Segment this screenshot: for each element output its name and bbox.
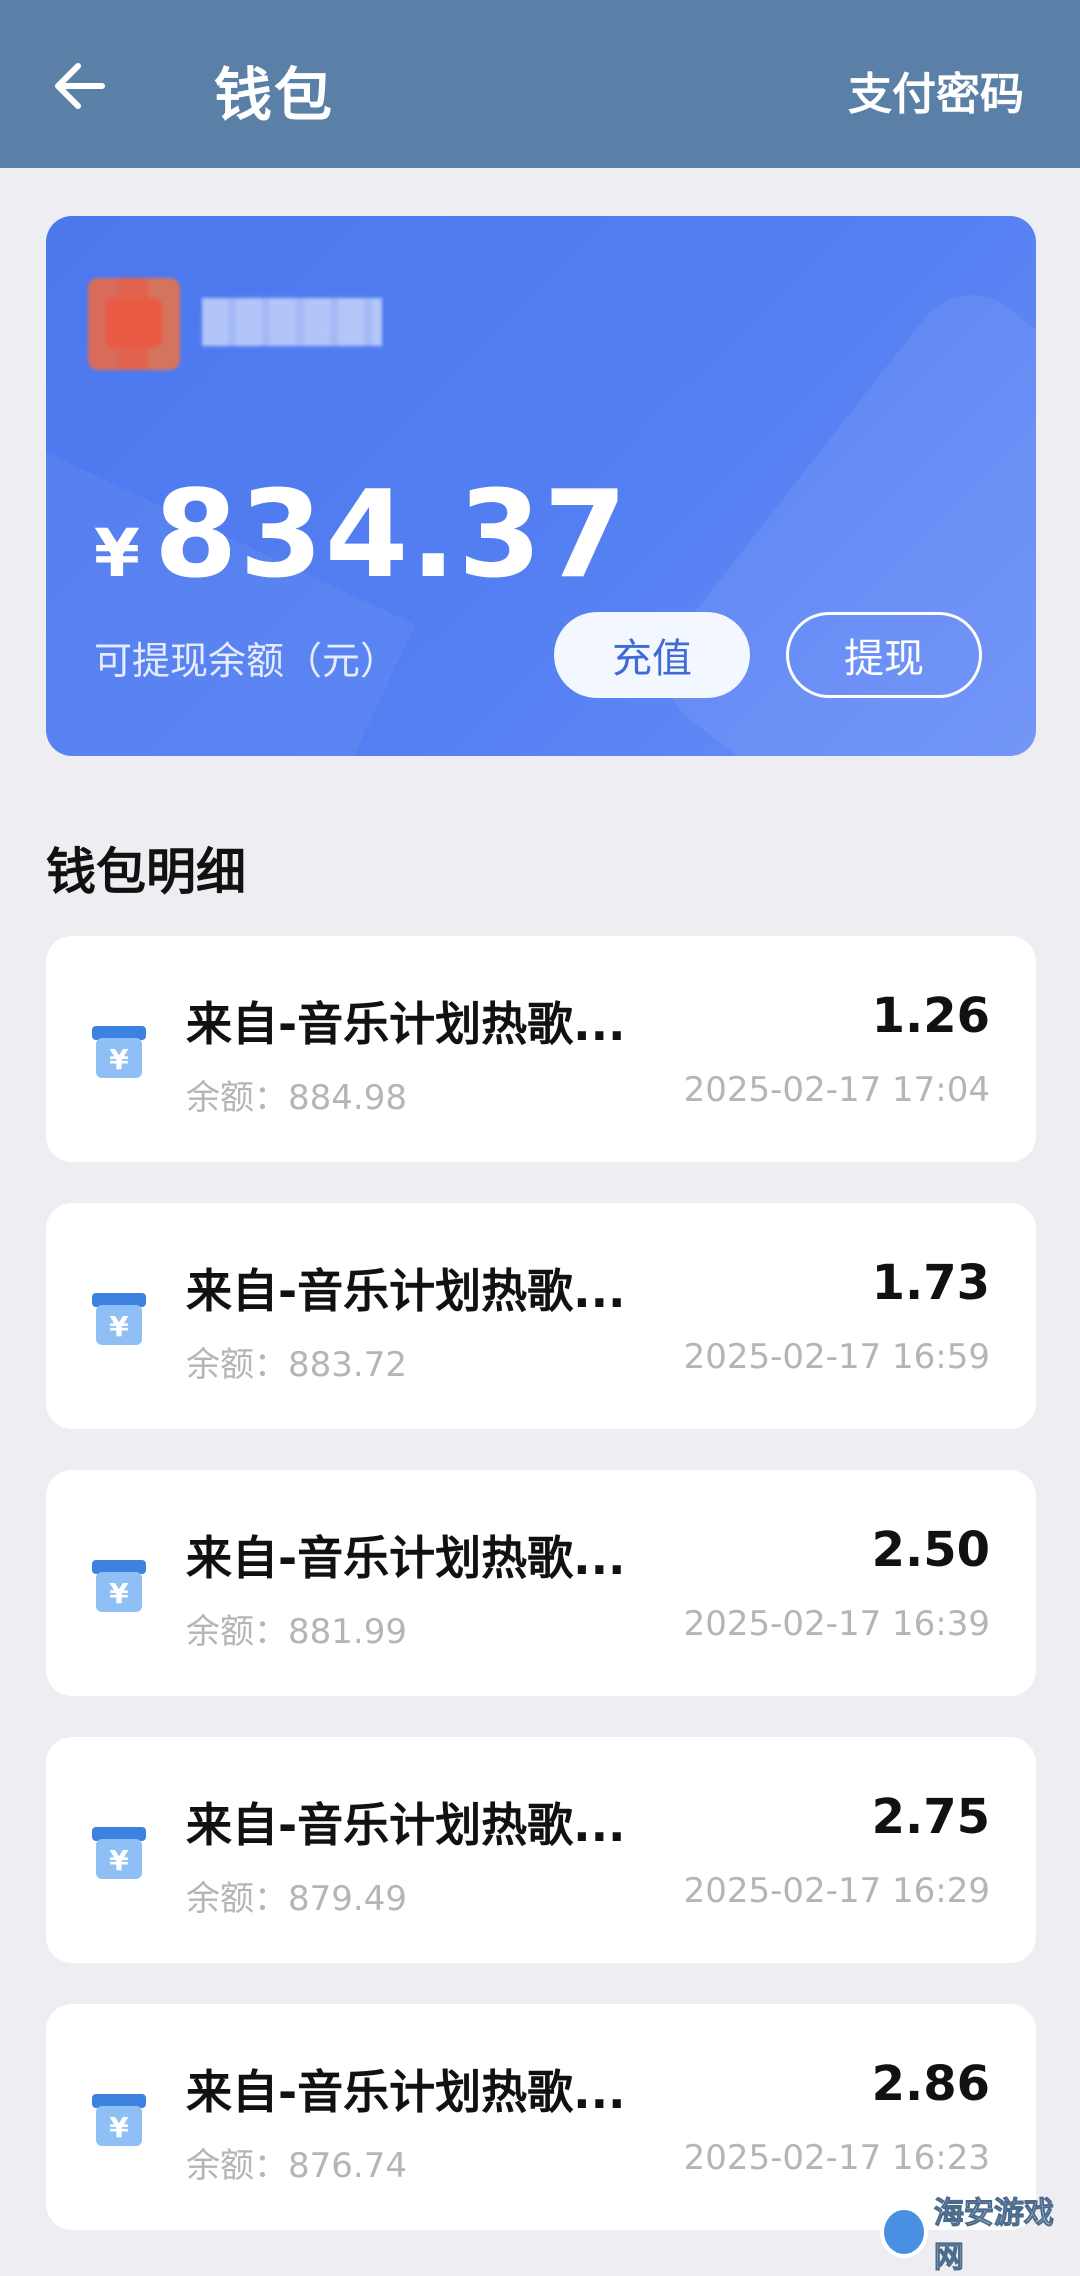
watermark-text: 海安游戏网 [933,2196,1054,2276]
transaction-time: 2025-02-17 16:29 [683,1871,990,1911]
withdraw-button[interactable]: 提现 [786,612,982,698]
transaction-balance: 余额：876.74 [186,2146,407,2186]
wallet-yen-icon: ¥ [92,2094,146,2146]
recharge-button[interactable]: 充值 [554,612,750,698]
svg-text:¥: ¥ [109,1844,129,1877]
transaction-time: 2025-02-17 16:23 [683,2138,990,2178]
transaction-balance: 余额：879.49 [186,1879,407,1919]
payment-password-button[interactable]: 支付密码 [848,58,1024,122]
transaction-balance: 余额：883.72 [186,1345,407,1385]
list-item[interactable]: ¥ 来自-音乐计划热歌... 2.75 余额：879.49 2025-02-17… [46,1737,1036,1963]
transaction-amount: 2.86 [871,2056,990,2112]
list-item[interactable]: ¥ 来自-音乐计划热歌... 1.73 余额：883.72 2025-02-17… [46,1203,1036,1429]
currency-symbol: ¥ [94,515,140,592]
watermark-logo-icon [880,2206,928,2258]
wallet-yen-icon: ¥ [92,1827,146,1879]
list-item[interactable]: ¥ 来自-音乐计划热歌... 2.86 余额：876.74 2025-02-17… [46,2004,1036,2230]
balance-card: ¥ 834.37 可提现余额（元） 充值 提现 [46,216,1036,756]
svg-text:¥: ¥ [109,2111,129,2144]
balance-label: 可提现余额（元） [94,639,399,683]
list-item[interactable]: ¥ 来自-音乐计划热歌... 1.26 余额：884.98 2025-02-17… [46,936,1036,1162]
top-bar: 钱包 支付密码 [0,0,1080,168]
transaction-balance: 余额：881.99 [186,1612,407,1652]
transaction-amount: 1.73 [871,1255,990,1311]
transaction-amount: 2.50 [871,1522,990,1578]
transaction-amount: 1.26 [871,988,990,1044]
balance-amount: ¥ 834.37 [94,466,629,605]
transaction-title: 来自-音乐计划热歌... [186,1531,626,1585]
balance-value: 834.37 [153,466,630,605]
transaction-title: 来自-音乐计划热歌... [186,1798,626,1852]
transaction-title: 来自-音乐计划热歌... [186,2065,626,2119]
svg-text:¥: ¥ [109,1577,129,1610]
transaction-amount: 2.75 [871,1789,990,1845]
back-arrow-icon[interactable] [52,58,108,114]
watermark: 海安游戏网 [880,2196,1070,2276]
wallet-yen-icon: ¥ [92,1293,146,1345]
wallet-yen-icon: ¥ [92,1026,146,1078]
transaction-time: 2025-02-17 17:04 [683,1070,990,1110]
transaction-title: 来自-音乐计划热歌... [186,997,626,1051]
wallet-yen-icon: ¥ [92,1560,146,1612]
list-item[interactable]: ¥ 来自-音乐计划热歌... 2.50 余额：881.99 2025-02-17… [46,1470,1036,1696]
section-title: 钱包明细 [46,843,246,901]
avatar [88,278,180,370]
page-title: 钱包 [214,61,335,129]
transaction-time: 2025-02-17 16:39 [683,1604,990,1644]
svg-text:¥: ¥ [109,1310,129,1343]
transaction-title: 来自-音乐计划热歌... [186,1264,626,1318]
blurred-username [202,298,382,346]
transaction-list: ¥ 来自-音乐计划热歌... 1.26 余额：884.98 2025-02-17… [46,936,1036,2271]
svg-text:¥: ¥ [109,1043,129,1076]
transaction-balance: 余额：884.98 [186,1078,407,1118]
transaction-time: 2025-02-17 16:59 [683,1337,990,1377]
